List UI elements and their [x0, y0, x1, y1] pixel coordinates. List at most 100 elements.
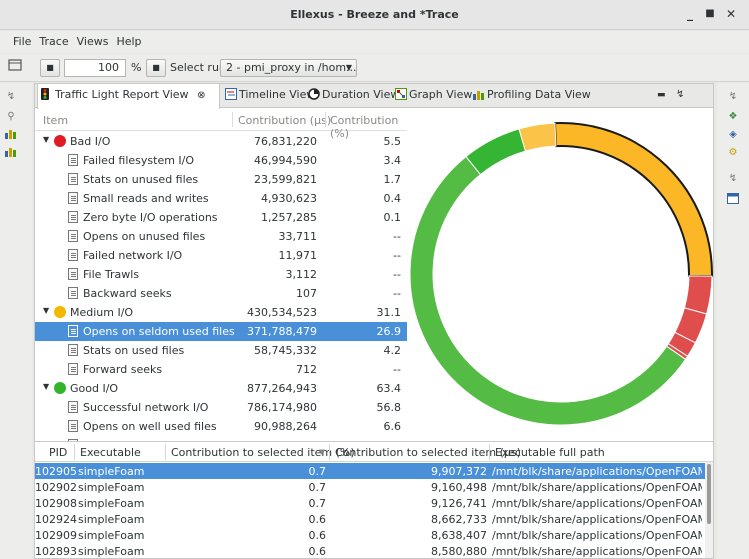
minimize-view-icon[interactable]: ▬: [657, 90, 666, 100]
cell-path: /mnt/blk/share/applications/OpenFOAM-2.3…: [492, 465, 702, 478]
zoom-input[interactable]: 100: [64, 59, 126, 77]
scrollbar-thumb[interactable]: [707, 464, 711, 524]
column-header-path[interactable]: Executable full path: [495, 446, 605, 459]
column-header-pid[interactable]: PID: [49, 446, 67, 459]
tree-row-label: Good I/O: [70, 382, 119, 395]
tree-row-label: Failed network I/O: [83, 249, 183, 262]
donut-segment[interactable]: [683, 275, 713, 315]
close-tab-icon[interactable]: ⊗: [197, 90, 205, 101]
tree-group-row[interactable]: ▼ Medium I/O 430,534,523 31.1: [35, 303, 407, 322]
maximize-view-icon[interactable]: ↯: [676, 89, 684, 100]
menu-views[interactable]: Views: [73, 31, 113, 48]
donut-segment[interactable]: [409, 155, 687, 426]
cell-contribution-us: 8,662,733: [431, 513, 487, 526]
tree-row[interactable]: Backward seeks 107 --: [35, 284, 407, 303]
donut-segment[interactable]: [465, 128, 527, 176]
document-icon: [68, 420, 78, 432]
tree-row-contribution-us: 90,988,264: [254, 420, 317, 433]
column-header-executable[interactable]: Executable: [80, 446, 141, 459]
zoom-in-button[interactable]: ■: [146, 59, 166, 77]
zoom-out-button[interactable]: ■: [40, 59, 60, 77]
restore-icon-right[interactable]: ↯: [726, 91, 740, 103]
tab-label: Graph View: [409, 88, 473, 101]
cell-path: /mnt/blk/share/applications/OpenFOAM-2.3…: [492, 529, 702, 542]
tab-graph[interactable]: Graph View: [392, 84, 473, 108]
tree-row-contribution-us: 33,711: [278, 230, 318, 243]
cell-path: /mnt/blk/share/applications/OpenFOAM-2.3…: [492, 545, 702, 558]
donut-segment[interactable]: [553, 122, 713, 278]
profiling-icon-2[interactable]: [4, 147, 18, 159]
column-header-contribution-us[interactable]: Contribution to selected item (µs): [335, 446, 521, 459]
document-icon: [68, 287, 78, 299]
tree-row[interactable]: Stats on unused files 23,599,821 1.7: [35, 170, 407, 189]
tab-traffic-light-report[interactable]: Traffic Light Report View ⊗: [37, 84, 220, 109]
profiling-icon[interactable]: [4, 129, 18, 141]
toolbar: ■ 100 % ■ Select run: 2 - pmi_proxy in /…: [0, 54, 749, 82]
table-row[interactable]: 102902 simpleFoam 0.7 9,160,498/mnt/blk/sha…: [35, 479, 705, 495]
plugin-icon[interactable]: ❖: [726, 111, 740, 123]
tab-label: Profiling Data View: [487, 88, 591, 101]
expand-arrow-icon[interactable]: ▼: [43, 306, 49, 315]
tree-row-label: Opens on unused files: [83, 230, 206, 243]
tab-label: Traffic Light Report View: [55, 88, 189, 101]
tree-row-label: Opens on well used files: [83, 420, 217, 433]
table-row[interactable]: 102924 simpleFoam 0.6 8,662,733/mnt/blk/sha…: [35, 511, 705, 527]
tree-row[interactable]: Forward seeks 712 --: [35, 360, 407, 379]
tree-row[interactable]: Opens on well used files 90,988,264 6.6: [35, 417, 407, 436]
tree-row[interactable]: Successful network I/O 786,174,980 56.8: [35, 398, 407, 417]
tree-row-contribution-us: 1,257,285: [261, 211, 317, 224]
document-icon: [68, 230, 78, 242]
expand-arrow-icon[interactable]: ▼: [43, 135, 49, 144]
settings-icon[interactable]: ⚙: [726, 147, 740, 159]
tree-group-row[interactable]: ▼ Good I/O 877,264,943 63.4: [35, 379, 407, 398]
restore-icon[interactable]: ↯: [4, 91, 18, 103]
expand-arrow-icon[interactable]: ▼: [43, 382, 49, 391]
menu-trace[interactable]: Trace: [35, 31, 72, 48]
cell-path: /mnt/blk/share/applications/OpenFOAM-2.3…: [492, 481, 702, 494]
donut-segment[interactable]: [518, 122, 557, 152]
connect-icon[interactable]: ◈: [726, 129, 740, 141]
minimize-icon[interactable]: _: [682, 6, 698, 22]
tree-row-contribution-us: 3,112: [285, 268, 318, 281]
panel-toggle-icon[interactable]: [6, 59, 24, 77]
menu-file[interactable]: File: [0, 31, 35, 48]
close-icon[interactable]: ✕: [723, 6, 739, 22]
tab-duration[interactable]: Duration View: [305, 84, 399, 108]
tree-row[interactable]: Failed network I/O 11,971 --: [35, 246, 407, 265]
column-header-contribution-us[interactable]: Contribution (µs): [238, 114, 331, 127]
timeline-icon: [225, 86, 237, 100]
tree-row-contribution-pct: 4.2: [383, 344, 402, 357]
cell-contribution-us: 8,580,880: [431, 545, 487, 558]
document-icon: [68, 363, 78, 375]
table-row[interactable]: 102893 simpleFoam 0.6 8,580,880/mnt/blk/sha…: [35, 543, 705, 558]
maximize-icon[interactable]: ■: [702, 6, 718, 22]
run-select[interactable]: 2 - pmi_proxy in /hom.../‹ ▼: [220, 59, 357, 77]
tree-row[interactable]: Opens on seldom used files 371,788,479 26.…: [35, 322, 407, 341]
search-icon[interactable]: ⚲: [4, 111, 18, 123]
menu-help[interactable]: Help: [112, 31, 145, 48]
tree-row-contribution-us: 107: [296, 287, 317, 300]
table-row[interactable]: 102908 simpleFoam 0.7 9,126,741/mnt/blk/sha…: [35, 495, 705, 511]
status-dot-icon: [54, 382, 66, 394]
chevron-down-icon: ▼: [345, 63, 352, 72]
tree-row[interactable]: Small reads and writes 4,930,623 0.4: [35, 189, 407, 208]
window-icon[interactable]: [726, 193, 740, 205]
column-header-item[interactable]: Item: [43, 114, 68, 127]
table-row[interactable]: 102905 simpleFoam 0.7 9,907,372/mnt/blk/sha…: [35, 463, 705, 479]
process-table-scrollbar[interactable]: [705, 462, 713, 558]
tree-row[interactable]: File Trawls 3,112 --: [35, 265, 407, 284]
tree-row[interactable]: Failed filesystem I/O 46,994,590 3.4: [35, 151, 407, 170]
tree-group-row[interactable]: ▼ Bad I/O 76,831,220 5.5: [35, 132, 407, 151]
table-row[interactable]: 102909 simpleFoam 0.6 8,638,407/mnt/blk/sha…: [35, 527, 705, 543]
tree-row-label: Zero byte I/O operations: [83, 211, 218, 224]
column-header-contribution-pct[interactable]: Contribution to selected item (%): [171, 446, 355, 459]
tree-row-contribution-us: 58,745,332: [254, 344, 317, 357]
tab-profiling-data[interactable]: Profiling Data View: [470, 84, 591, 108]
restore-icon-right-2[interactable]: ↯: [726, 173, 740, 185]
tree-row-contribution-us: 430,534,523: [247, 306, 317, 319]
tree-row[interactable]: Opens on unused files 33,711 --: [35, 227, 407, 246]
tree-row[interactable]: Stats on used files 58,745,332 4.2: [35, 341, 407, 360]
tab-timeline[interactable]: Timeline View: [222, 84, 315, 108]
tree-row[interactable]: Zero byte I/O operations 1,257,285 0.1: [35, 208, 407, 227]
tree-row-contribution-pct: 56.8: [376, 401, 402, 414]
